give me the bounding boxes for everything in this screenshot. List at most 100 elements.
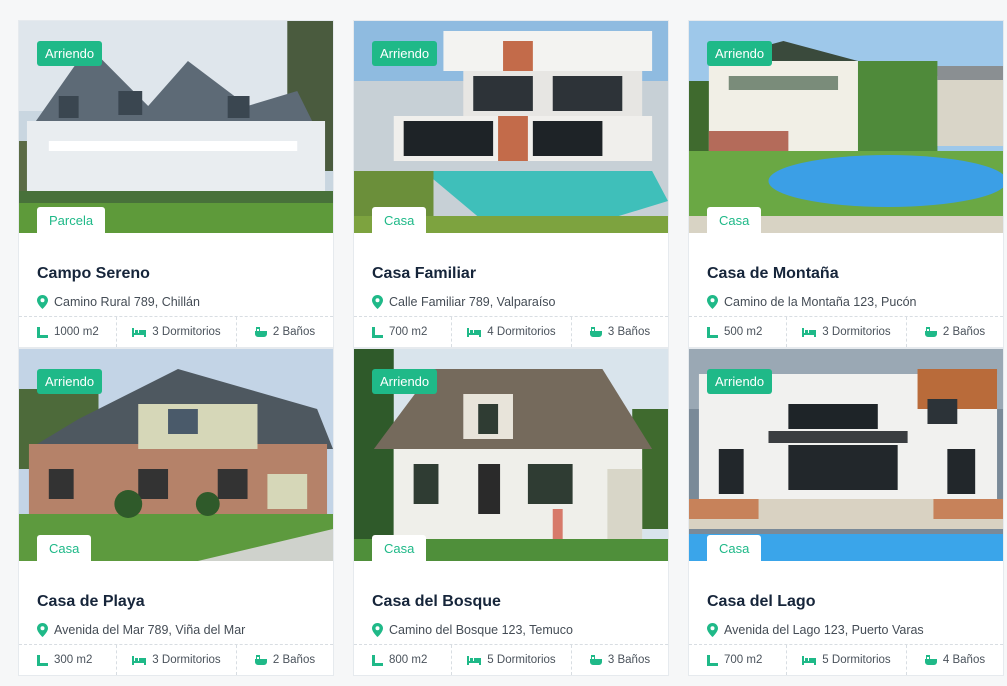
spec-area: 1000 m2	[19, 317, 117, 347]
spec-area: 500 m2	[689, 317, 787, 347]
property-card[interactable]: Arriendo Casa Casa del Bosque Camino del…	[353, 348, 669, 676]
bed-icon	[132, 327, 147, 337]
property-address: Camino del Bosque 123, Temuco	[372, 623, 650, 637]
bath-icon	[589, 655, 602, 665]
area-icon	[372, 654, 383, 666]
property-specs: 300 m2 3 Dormitorios 2 Baños	[19, 644, 333, 675]
property-title[interactable]: Casa de Montaña	[707, 265, 985, 283]
area-value: 800 m2	[389, 654, 428, 666]
baths-value: 3 Baños	[607, 654, 651, 666]
bed-icon	[802, 327, 817, 337]
property-address: Avenida del Mar 789, Viña del Mar	[37, 623, 315, 637]
spec-bedrooms: 3 Dormitorios	[117, 645, 237, 675]
address-text: Calle Familiar 789, Valparaíso	[389, 295, 556, 309]
area-icon	[707, 654, 718, 666]
property-address: Avenida del Lago 123, Puerto Varas	[707, 623, 985, 637]
property-photo[interactable]: Arriendo Parcela	[19, 21, 333, 233]
baths-value: 3 Baños	[607, 326, 651, 338]
type-badge: Casa	[372, 207, 427, 233]
area-icon	[372, 326, 383, 338]
bath-icon	[254, 327, 267, 337]
spec-bedrooms: 5 Dormitorios	[787, 645, 907, 675]
property-specs: 700 m2 5 Dormitorios 4 Baños	[689, 644, 1003, 675]
property-specs: 500 m2 3 Dormitorios 2 Baños	[689, 316, 1003, 347]
area-icon	[37, 654, 48, 666]
status-badge: Arriendo	[707, 41, 773, 66]
bath-icon	[924, 655, 937, 665]
bath-icon	[589, 327, 602, 337]
status-badge: Arriendo	[707, 369, 773, 394]
baths-value: 2 Baños	[942, 326, 986, 338]
bath-icon	[924, 327, 937, 337]
property-photo[interactable]: Arriendo Casa	[354, 349, 668, 561]
area-value: 700 m2	[724, 654, 763, 666]
address-text: Avenida del Mar 789, Viña del Mar	[54, 623, 246, 637]
spec-baths: 2 Baños	[907, 317, 1003, 347]
map-pin-icon	[707, 623, 718, 637]
bedrooms-value: 3 Dormitorios	[152, 326, 221, 338]
spec-baths: 3 Baños	[572, 317, 668, 347]
type-badge: Parcela	[37, 207, 106, 233]
spec-bedrooms: 3 Dormitorios	[117, 317, 237, 347]
property-address: Camino Rural 789, Chillán	[37, 295, 315, 309]
area-value: 500 m2	[724, 326, 763, 338]
bed-icon	[467, 655, 482, 665]
bed-icon	[132, 655, 147, 665]
property-photo[interactable]: Arriendo Casa	[19, 349, 333, 561]
map-pin-icon	[372, 623, 383, 637]
property-specs: 700 m2 4 Dormitorios 3 Baños	[354, 316, 668, 347]
map-pin-icon	[37, 295, 48, 309]
spec-baths: 3 Baños	[572, 645, 668, 675]
property-title[interactable]: Casa de Playa	[37, 593, 315, 611]
property-address: Camino de la Montaña 123, Pucón	[707, 295, 985, 309]
property-card[interactable]: Arriendo Casa Casa de Montaña Camino de …	[688, 20, 1004, 348]
property-card[interactable]: Arriendo Casa Casa del Lago Avenida del …	[688, 348, 1004, 676]
address-text: Camino Rural 789, Chillán	[54, 295, 200, 309]
type-badge: Casa	[707, 207, 762, 233]
spec-bedrooms: 4 Dormitorios	[452, 317, 572, 347]
bath-icon	[254, 655, 267, 665]
property-photo[interactable]: Arriendo Casa	[689, 349, 1003, 561]
bedrooms-value: 5 Dormitorios	[487, 654, 556, 666]
property-card[interactable]: Arriendo Parcela Campo Sereno Camino Rur…	[18, 20, 334, 348]
area-value: 700 m2	[389, 326, 428, 338]
bedrooms-value: 3 Dormitorios	[152, 654, 221, 666]
area-value: 300 m2	[54, 654, 93, 666]
bedrooms-value: 5 Dormitorios	[822, 654, 891, 666]
spec-area: 300 m2	[19, 645, 117, 675]
map-pin-icon	[372, 295, 383, 309]
spec-area: 800 m2	[354, 645, 452, 675]
property-specs: 800 m2 5 Dormitorios 3 Baños	[354, 644, 668, 675]
address-text: Camino de la Montaña 123, Pucón	[724, 295, 917, 309]
area-icon	[707, 326, 718, 338]
property-title[interactable]: Campo Sereno	[37, 265, 315, 283]
bedrooms-value: 4 Dormitorios	[487, 326, 556, 338]
type-badge: Casa	[37, 535, 92, 561]
bedrooms-value: 3 Dormitorios	[822, 326, 891, 338]
status-badge: Arriendo	[372, 41, 438, 66]
area-value: 1000 m2	[54, 326, 99, 338]
map-pin-icon	[37, 623, 48, 637]
baths-value: 4 Baños	[942, 654, 986, 666]
spec-area: 700 m2	[689, 645, 787, 675]
spec-bedrooms: 3 Dormitorios	[787, 317, 907, 347]
status-badge: Arriendo	[372, 369, 438, 394]
spec-area: 700 m2	[354, 317, 452, 347]
address-text: Avenida del Lago 123, Puerto Varas	[724, 623, 924, 637]
spec-baths: 2 Baños	[237, 317, 333, 347]
spec-baths: 4 Baños	[907, 645, 1003, 675]
type-badge: Casa	[707, 535, 762, 561]
address-text: Camino del Bosque 123, Temuco	[389, 623, 573, 637]
property-photo[interactable]: Arriendo Casa	[354, 21, 668, 233]
area-icon	[37, 326, 48, 338]
baths-value: 2 Baños	[272, 326, 316, 338]
property-grid: Arriendo Parcela Campo Sereno Camino Rur…	[0, 0, 1007, 686]
property-card[interactable]: Arriendo Casa Casa Familiar Calle Famili…	[353, 20, 669, 348]
property-card[interactable]: Arriendo Casa Casa de Playa Avenida del …	[18, 348, 334, 676]
property-title[interactable]: Casa del Bosque	[372, 593, 650, 611]
spec-baths: 2 Baños	[237, 645, 333, 675]
property-title[interactable]: Casa del Lago	[707, 593, 985, 611]
property-address: Calle Familiar 789, Valparaíso	[372, 295, 650, 309]
property-photo[interactable]: Arriendo Casa	[689, 21, 1003, 233]
property-title[interactable]: Casa Familiar	[372, 265, 650, 283]
